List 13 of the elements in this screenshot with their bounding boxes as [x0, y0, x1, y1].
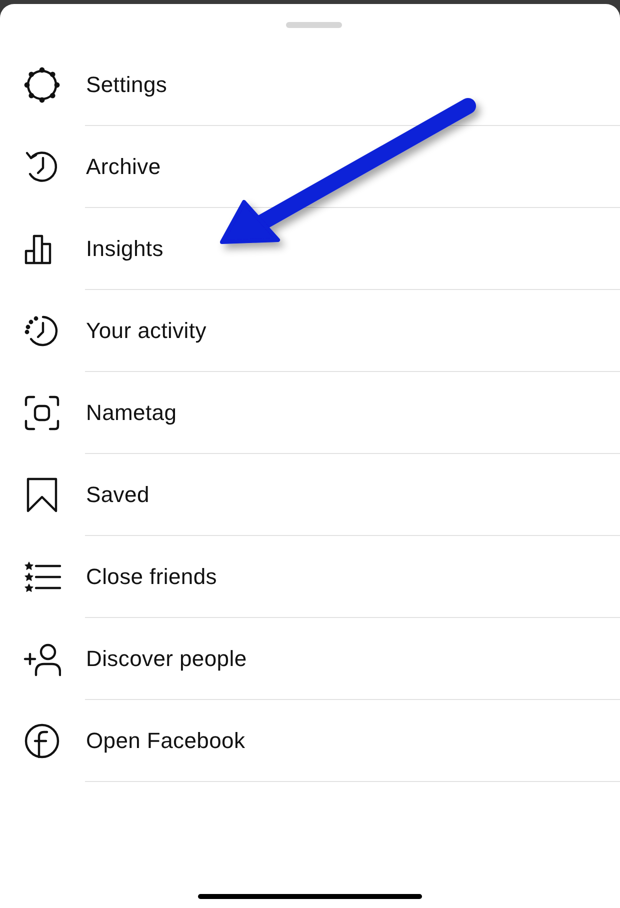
gear-icon	[23, 66, 61, 104]
menu-item[interactable]: Insights	[0, 208, 620, 290]
drag-handle[interactable]	[286, 22, 342, 28]
menu-item[interactable]: Settings	[0, 44, 620, 126]
menu-item[interactable]: Your activity	[0, 290, 620, 372]
facebook-icon	[23, 722, 61, 760]
menu-item[interactable]: Open Facebook	[0, 700, 620, 782]
menu-item[interactable]: Close friends	[0, 536, 620, 618]
menu-item[interactable]: Discover people	[0, 618, 620, 700]
menu-item[interactable]: Archive	[0, 126, 620, 208]
scan-frame-icon	[23, 394, 61, 432]
menu-item[interactable]: Saved	[0, 454, 620, 536]
menu-item[interactable]: Nametag	[0, 372, 620, 454]
